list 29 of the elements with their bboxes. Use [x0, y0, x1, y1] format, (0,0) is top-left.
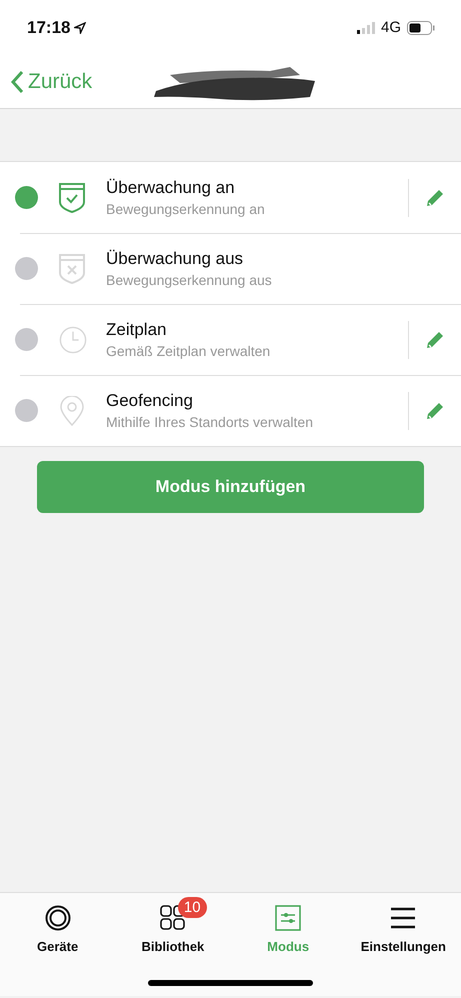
grid-icon: [160, 905, 186, 931]
mode-radio[interactable]: [15, 257, 38, 280]
mode-title: Überwachung aus: [106, 249, 244, 269]
sliders-icon: [275, 905, 302, 931]
clock-icon: [59, 326, 87, 354]
camera-lens-icon: [44, 905, 71, 931]
mode-subtitle: Mithilfe Ihres Standorts verwalten: [106, 414, 314, 430]
menu-icon: [390, 907, 416, 929]
network-label: 4G: [380, 19, 401, 36]
battery-icon: [407, 20, 435, 34]
mode-radio[interactable]: [15, 328, 38, 351]
shield-x-icon: [59, 254, 85, 284]
mode-subtitle: Gemäß Zeitplan verwalten: [106, 343, 272, 359]
clock-time: 17:18: [27, 18, 70, 38]
location-pin-icon: [59, 396, 85, 426]
shield-check-icon: [59, 182, 85, 212]
tab-bar-item[interactable]: Einstellungen: [346, 893, 461, 996]
count-badge: 10: [178, 897, 207, 918]
mode-title: Zeitplan: [106, 320, 168, 340]
signal-icon: [356, 22, 375, 34]
mode-subtitle: Bewegungserkennung aus: [106, 272, 273, 288]
tab-bar-item[interactable]: Geräte: [0, 893, 116, 996]
mode-radio[interactable]: [15, 399, 38, 422]
back-chevron-icon: [10, 70, 24, 94]
mode-title: Überwachung an: [106, 178, 236, 198]
mode-radio[interactable]: [15, 186, 38, 209]
mode-subtitle: Bewegungserkennung an: [106, 201, 266, 217]
mode-title: Geofencing: [106, 391, 194, 411]
location-arrow-icon: [74, 22, 86, 34]
